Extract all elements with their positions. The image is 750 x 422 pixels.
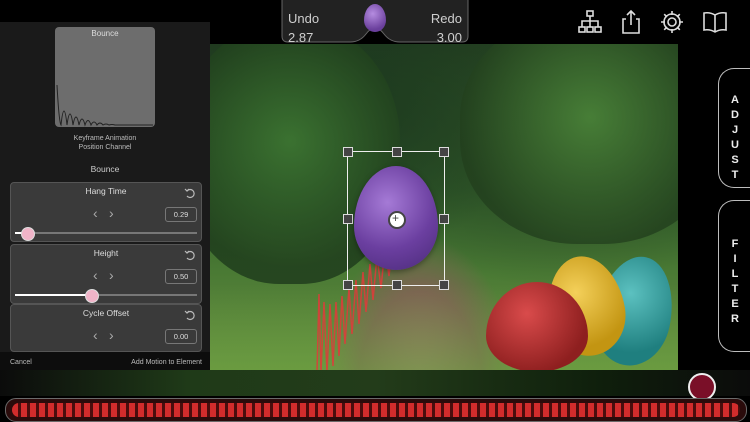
motion-panel: Bounce Keyframe Animation Position Chann… — [0, 22, 210, 370]
param-label: Height — [93, 248, 119, 258]
chevron-right-icon[interactable]: › — [109, 205, 114, 221]
tree-right — [460, 44, 678, 244]
timeline-keyframes — [12, 403, 740, 417]
chevron-left-icon[interactable]: ‹ — [93, 267, 98, 283]
slider-knob[interactable] — [85, 289, 100, 303]
param-cycle-offset: Cycle Offset ‹ › 0.00 — [10, 304, 202, 352]
resize-handle[interactable] — [439, 147, 449, 157]
slider-fill — [15, 294, 92, 296]
value-field[interactable]: 0.29 — [165, 207, 197, 222]
resize-handle[interactable] — [343, 280, 353, 290]
resize-handle[interactable] — [343, 147, 353, 157]
position-channel-label: Position Channel — [78, 144, 132, 151]
section-title: Bounce — [90, 164, 120, 174]
timeline-background — [0, 370, 750, 396]
value-field[interactable]: 0.50 — [165, 269, 197, 284]
chevron-right-icon[interactable]: › — [109, 267, 114, 283]
tab-filter[interactable]: FILTER — [718, 200, 750, 352]
undo-redo-widget[interactable]: Undo 2.87 Redo 3.00 — [280, 0, 470, 45]
chevron-right-icon[interactable]: › — [109, 327, 114, 343]
resize-handle[interactable] — [392, 147, 402, 157]
resize-handle[interactable] — [439, 280, 449, 290]
add-motion-button[interactable]: Add Motion to Element — [131, 359, 202, 366]
undo-button[interactable]: Undo — [288, 11, 319, 26]
cancel-button[interactable]: Cancel — [10, 359, 32, 366]
chevron-left-icon[interactable]: ‹ — [93, 327, 98, 343]
slider-track[interactable] — [15, 289, 197, 303]
param-hang-time: Hang Time ‹ › 0.29 — [10, 182, 202, 242]
canvas-photo[interactable]: + — [210, 44, 678, 370]
tab-adjust-label: ADJUST — [731, 94, 739, 181]
param-label: Hang Time — [85, 186, 127, 196]
redo-time: 3.00 — [436, 30, 462, 45]
undo-time: 2.87 — [288, 30, 314, 45]
resize-handle[interactable] — [392, 280, 402, 290]
slider-knob[interactable] — [21, 227, 36, 241]
param-height: Height ‹ › 0.50 — [10, 244, 202, 304]
value-field[interactable]: 0.00 — [165, 329, 197, 344]
egg-icon[interactable] — [364, 4, 386, 32]
reset-icon[interactable] — [184, 187, 196, 199]
bounce-curve — [56, 84, 153, 127]
reset-icon[interactable] — [184, 309, 196, 321]
record-button[interactable] — [688, 373, 716, 401]
hierarchy-icon[interactable] — [576, 8, 604, 36]
resize-handle[interactable] — [343, 214, 353, 224]
share-icon[interactable] — [617, 8, 645, 36]
slider-track[interactable] — [15, 227, 197, 241]
bounce-preview: Bounce — [55, 27, 155, 127]
keyframe-animation-label: Keyframe Animation — [73, 135, 137, 142]
redo-button[interactable]: Redo — [431, 11, 462, 26]
tab-adjust[interactable]: ADJUST — [718, 68, 750, 188]
gear-icon[interactable] — [658, 8, 686, 36]
resize-handle[interactable] — [439, 214, 449, 224]
crosshair-icon: + — [392, 211, 400, 225]
book-icon[interactable] — [701, 8, 729, 36]
timeline-strip[interactable] — [5, 398, 747, 422]
tab-filter-label: FILTER — [731, 238, 739, 325]
reset-icon[interactable] — [184, 249, 196, 261]
chevron-left-icon[interactable]: ‹ — [93, 205, 98, 221]
param-label: Cycle Offset — [82, 308, 130, 318]
